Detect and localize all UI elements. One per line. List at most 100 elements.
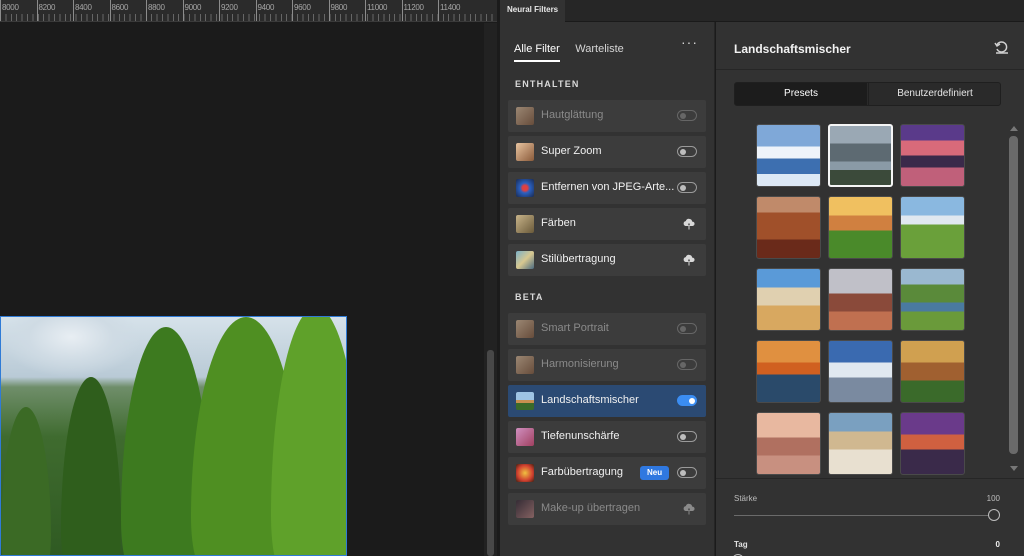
- more-options-icon[interactable]: ···: [681, 34, 698, 50]
- ruler-label: 8600: [111, 3, 129, 12]
- makeup-thumbnail-icon: [516, 500, 534, 518]
- benutzerdefiniert-button[interactable]: Benutzerdefiniert: [868, 83, 1000, 105]
- filter-toggle[interactable]: [677, 359, 697, 370]
- filter-item-label: Stilübertragung: [541, 253, 616, 265]
- preset-thumbnail[interactable]: [756, 340, 821, 403]
- presets-button[interactable]: Presets: [735, 83, 867, 105]
- ruler-major-tick: [438, 0, 439, 21]
- filter-item-label: Färben: [541, 217, 576, 229]
- canvas-scrollbar[interactable]: [484, 23, 497, 556]
- cloud-download-icon[interactable]: [682, 217, 696, 231]
- preset-thumbnail[interactable]: [828, 340, 893, 403]
- preset-thumbnail[interactable]: [756, 268, 821, 331]
- ruler-major-tick: [109, 0, 111, 21]
- ruler-major-tick: [292, 0, 293, 21]
- filter-toggle[interactable]: [677, 110, 697, 121]
- filter-item-label: Landschaftsmischer: [541, 394, 639, 406]
- portrait-thumbnail-icon: [516, 143, 534, 161]
- filter-item-farbübertragung[interactable]: Farbübertragung Neu: [508, 457, 706, 489]
- ruler-label: 8400: [75, 3, 92, 12]
- detail-header: Landschaftsmischer: [716, 22, 1024, 70]
- filter-toggle[interactable]: [677, 395, 697, 406]
- filter-toggle[interactable]: [677, 431, 697, 442]
- ruler-major-tick: [146, 0, 147, 21]
- preset-thumbnail[interactable]: [900, 340, 965, 403]
- preset-thumbnail[interactable]: [756, 124, 821, 187]
- preset-thumbnail[interactable]: [900, 412, 965, 475]
- filter-item-entfernen-von-jpeg-arte[interactable]: Entfernen von JPEG-Arte...: [508, 172, 706, 204]
- filter-item-stilübertragung[interactable]: Stilübertragung: [508, 244, 706, 276]
- ruler-label: 9600: [294, 3, 311, 12]
- preset-thumbnail[interactable]: [828, 412, 893, 475]
- portrait-thumbnail-icon: [516, 356, 534, 374]
- tag-value: 0: [995, 540, 1000, 549]
- ruler-label: 9400: [257, 3, 275, 12]
- section-heading-enthalten: ENTHALTEN: [515, 79, 580, 89]
- staerke-value: 100: [986, 494, 1000, 503]
- ruler-label: 11000: [367, 3, 388, 12]
- ruler-label: 8800: [148, 3, 165, 12]
- filter-item-label: Smart Portrait: [541, 322, 609, 334]
- tab-warteliste[interactable]: Warteliste: [575, 43, 624, 60]
- preset-thumbnail[interactable]: [828, 196, 893, 259]
- filter-item-tiefenunschärfe[interactable]: Tiefenunschärfe: [508, 421, 706, 453]
- filter-toggle[interactable]: [677, 182, 697, 193]
- preset-thumbnail[interactable]: [756, 412, 821, 475]
- staerke-slider-knob[interactable]: [988, 509, 1000, 521]
- presets-scrollbar[interactable]: [1008, 126, 1020, 476]
- art-thumbnail-icon: [516, 251, 534, 269]
- ruler-major-tick: [73, 0, 74, 21]
- canvas-scrollbar-thumb[interactable]: [487, 350, 494, 556]
- presets-scrollbar-thumb[interactable]: [1009, 136, 1018, 454]
- cloud-download-icon[interactable]: [682, 253, 696, 267]
- filter-toggle[interactable]: [677, 146, 697, 157]
- filter-item-label: Tiefenunschärfe: [541, 430, 620, 442]
- filter-item-harmonisierung[interactable]: Harmonisierung: [508, 349, 706, 381]
- filter-item-landschaftsmischer[interactable]: Landschaftsmischer: [508, 385, 706, 417]
- section-heading-beta: BETA: [515, 292, 544, 302]
- ruler-label: 9000: [184, 3, 202, 12]
- filter-list-tabs: Alle Filter Warteliste: [514, 39, 635, 62]
- scroll-up-icon[interactable]: [1010, 126, 1018, 131]
- new-badge: Neu: [640, 466, 670, 480]
- cloud-download-icon[interactable]: [682, 502, 696, 516]
- preset-thumbnail[interactable]: [900, 196, 965, 259]
- panel-tabbar: Neural Filters: [500, 0, 1024, 22]
- scroll-down-icon[interactable]: [1010, 466, 1018, 471]
- preset-thumbnail[interactable]: [900, 268, 965, 331]
- ruler-label: 11200: [403, 3, 424, 12]
- filter-toggle[interactable]: [677, 323, 697, 334]
- ruler-major-tick: [219, 0, 220, 21]
- ruler-major-tick: [328, 0, 330, 21]
- neural-filters-tab[interactable]: Neural Filters: [500, 0, 566, 22]
- filter-item-färben[interactable]: Färben: [508, 208, 706, 240]
- filter-item-label: Farbübertragung: [541, 466, 623, 478]
- preset-thumbnail[interactable]: [828, 124, 893, 187]
- butterfly-thumbnail-icon: [516, 179, 534, 197]
- document-image[interactable]: [0, 316, 347, 556]
- tree-shape: [61, 377, 121, 555]
- tree-shape: [271, 317, 346, 555]
- ruler-label: 8200: [38, 3, 56, 12]
- preset-thumbnail[interactable]: [900, 124, 965, 187]
- reset-icon[interactable]: [994, 39, 1010, 55]
- preset-grid: [756, 124, 972, 476]
- filter-item-label: Super Zoom: [541, 145, 602, 157]
- filter-item-hautglättung[interactable]: Hautglättung: [508, 100, 706, 132]
- staerke-label: Stärke: [734, 494, 758, 503]
- preset-thumbnail[interactable]: [828, 268, 893, 331]
- ruler-major-tick: [36, 0, 38, 21]
- filter-item-make-up-übertragen[interactable]: Make-up übertragen: [508, 493, 706, 525]
- filter-item-label: Hautglättung: [541, 109, 604, 121]
- ruler-major-tick: [0, 0, 1, 21]
- staerke-slider-track[interactable]: [734, 515, 996, 516]
- filter-item-super-zoom[interactable]: Super Zoom: [508, 136, 706, 168]
- preset-thumbnail[interactable]: [756, 196, 821, 259]
- photo-thumbnail-icon: [516, 215, 534, 233]
- filter-item-smart-portrait[interactable]: Smart Portrait: [508, 313, 706, 345]
- filter-detail-panel: Landschaftsmischer Presets Benutzerdefin…: [716, 22, 1024, 556]
- filter-toggle[interactable]: [677, 467, 697, 478]
- divider: [716, 478, 1024, 479]
- tab-alle-filter[interactable]: Alle Filter: [514, 43, 560, 62]
- photoshop-window: 8000 8200 8400 8600 8800 9000 9200 9400 9600 9800…: [0, 0, 1024, 556]
